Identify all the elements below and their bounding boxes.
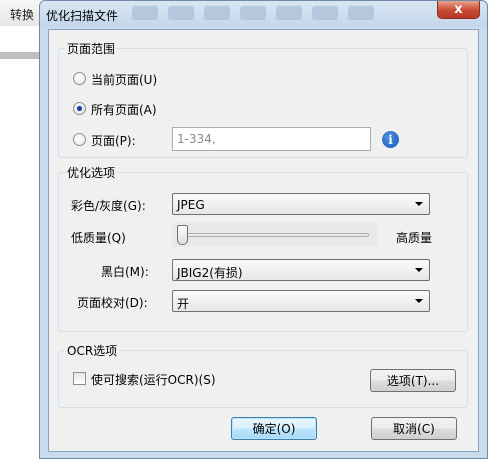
titlebar-ghost-menu (348, 6, 374, 20)
info-icon[interactable]: i (382, 131, 399, 148)
radio-all-pages[interactable] (73, 102, 86, 115)
background-toolbar: 转换 (0, 0, 40, 26)
titlebar-ghost-menu (132, 6, 158, 20)
deskew-label: 页面校对(D): (77, 296, 148, 310)
close-icon: x (454, 2, 463, 17)
titlebar-ghost-menu (276, 6, 302, 20)
radio-pages[interactable] (73, 133, 86, 146)
radio-current-page[interactable] (73, 72, 86, 85)
radio-all-pages-label[interactable]: 所有页面(A) (91, 101, 157, 118)
ocr-options-legend: OCR选项 (65, 342, 120, 359)
page-range-group: 页面范围 当前页面(U) 所有页面(A) 页面(P): 1-334, i (58, 40, 468, 158)
radio-pages-label[interactable]: 页面(P): (91, 132, 136, 149)
searchable-ocr-checkbox[interactable] (73, 372, 86, 385)
ok-button[interactable]: 确定(O) (231, 417, 317, 440)
deskew-value: 开 (177, 297, 190, 311)
titlebar-ghost-menu (312, 6, 338, 20)
titlebar-ghost-menu (204, 6, 230, 20)
quality-high-label: 高质量 (396, 231, 433, 245)
titlebar-ghost-menu (240, 6, 266, 20)
cancel-button[interactable]: 取消(C) (371, 417, 457, 440)
radio-current-page-label[interactable]: 当前页面(U) (91, 71, 157, 88)
bw-compression-value: JBIG2(有损) (177, 266, 243, 280)
searchable-ocr-label[interactable]: 使可搜索(运行OCR)(S) (91, 371, 216, 388)
background-toolbar-label[interactable]: 转换 (10, 6, 34, 23)
dialog-title: 优化扫描文件 (46, 9, 119, 23)
titlebar-ghost-menu (168, 6, 194, 20)
deskew-dropdown[interactable]: 开 (172, 290, 430, 312)
background-separator (0, 52, 40, 59)
chevron-down-icon (415, 202, 423, 206)
bw-compression-label: 黑白(M): (101, 265, 149, 279)
optimize-options-group: 优化选项 彩色/灰度(G): JPEG 低质量(Q) 高质量 黑白(M): JB… (58, 164, 468, 332)
ocr-options-button[interactable]: 选项(T)... (370, 369, 456, 392)
ocr-options-group: OCR选项 使可搜索(运行OCR)(S) 选项(T)... (58, 342, 468, 408)
quality-slider-track[interactable] (179, 233, 369, 237)
color-compression-value: JPEG (177, 198, 205, 212)
bw-compression-dropdown[interactable]: JBIG2(有损) (172, 259, 430, 281)
page-range-legend: 页面范围 (65, 40, 118, 57)
pages-range-input[interactable]: 1-334, (172, 127, 371, 151)
quality-slider-thumb[interactable] (177, 225, 188, 245)
close-button[interactable]: x (437, 1, 480, 19)
dialog-client-area: 页面范围 当前页面(U) 所有页面(A) 页面(P): 1-334, i 优化选… (48, 29, 479, 452)
optimize-options-legend: 优化选项 (65, 164, 118, 181)
optimize-scan-dialog: 优化扫描文件 x 页面范围 当前页面(U) 所有页面(A) 页面(P): 1-3… (39, 0, 488, 459)
chevron-down-icon (415, 299, 423, 303)
color-compression-dropdown[interactable]: JPEG (172, 193, 430, 215)
quality-low-label: 低质量(Q) (71, 231, 126, 245)
dialog-titlebar[interactable]: 优化扫描文件 x (40, 1, 487, 27)
color-compression-label: 彩色/灰度(G): (71, 199, 146, 213)
chevron-down-icon (415, 268, 423, 272)
